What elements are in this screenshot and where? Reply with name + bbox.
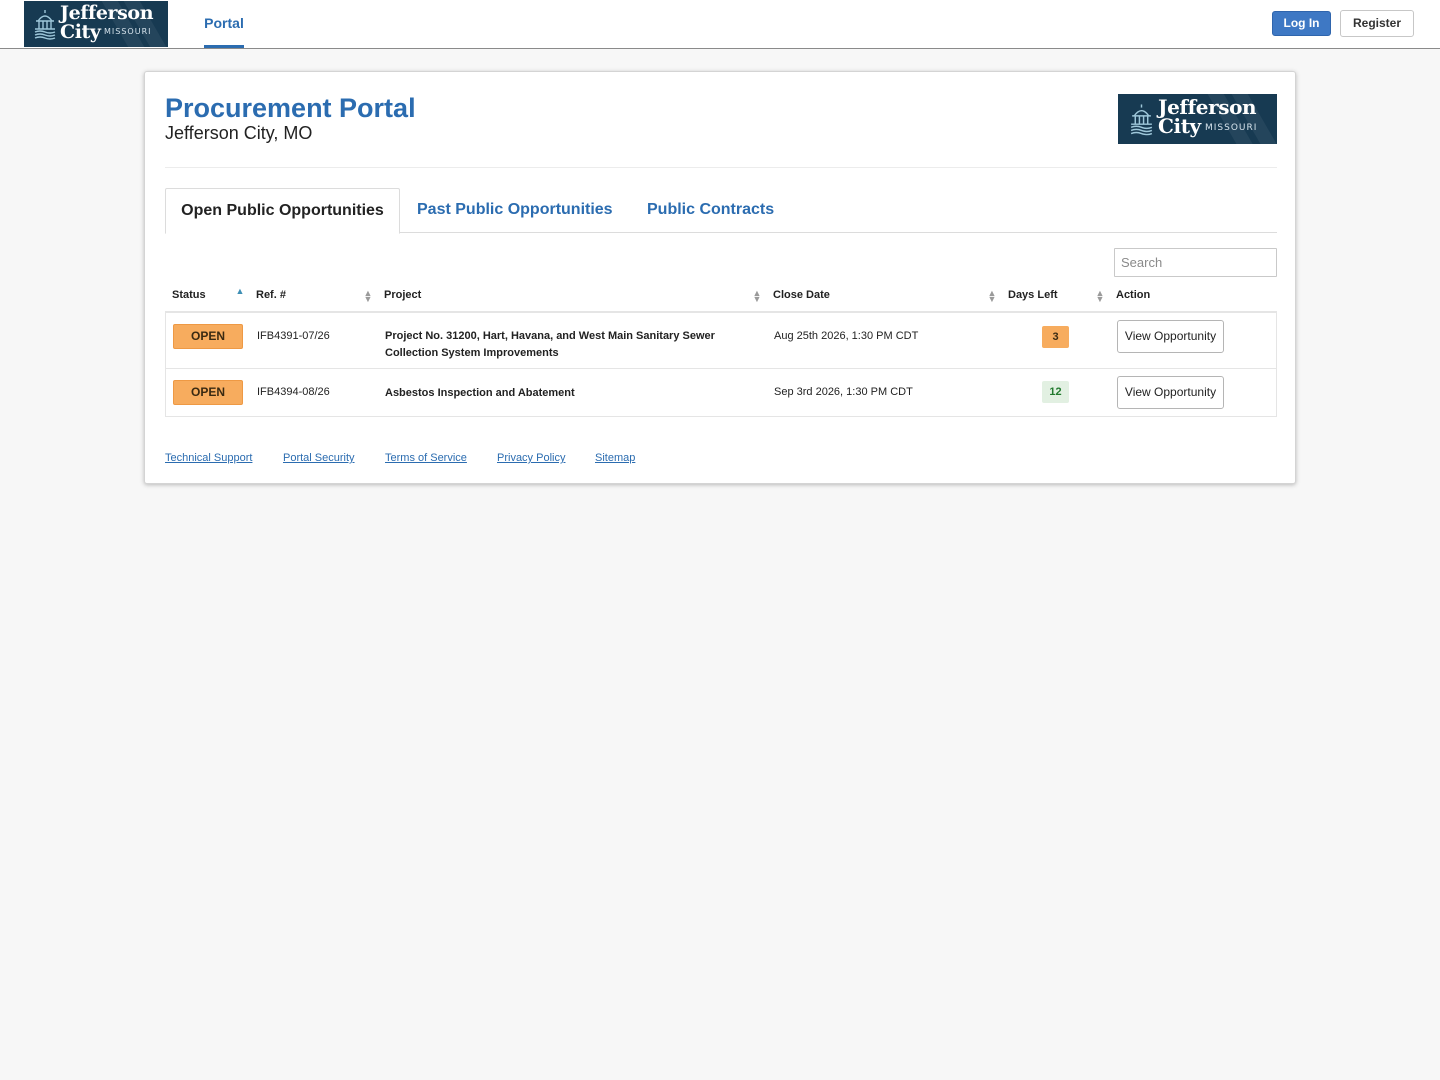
header-divider xyxy=(165,167,1277,168)
opportunity-tabs: Open Public Opportunities Past Public Op… xyxy=(165,188,1277,234)
table-header: Status ▲ Ref. # ▲ ▼ Project ▲ ▼ Close Date… xyxy=(165,280,1277,313)
column-header-close-date[interactable]: Close Date xyxy=(773,280,830,311)
days-left-badge: 3 xyxy=(1042,326,1069,348)
sort-both-icon[interactable]: ▲ ▼ xyxy=(752,280,762,311)
project-name: Asbestos Inspection and Abatement xyxy=(385,387,575,399)
top-navbar: Jefferson City MISSOURI Portal Log In Re… xyxy=(0,0,1440,49)
footer-link-technical-support[interactable]: Technical Support xyxy=(165,452,252,464)
column-header-days-left[interactable]: Days Left xyxy=(1008,280,1058,311)
status-badge: OPEN xyxy=(173,380,243,405)
view-opportunity-button[interactable]: View Opportunity xyxy=(1117,376,1224,409)
status-badge: OPEN xyxy=(173,324,243,349)
days-left-badge: 12 xyxy=(1042,381,1069,403)
login-button[interactable]: Log In xyxy=(1272,11,1331,36)
column-header-status[interactable]: Status xyxy=(172,280,206,311)
page-subtitle: Jefferson City, MO xyxy=(165,123,313,143)
column-header-project[interactable]: Project xyxy=(384,280,421,311)
sort-asc-icon[interactable]: ▲ xyxy=(235,276,245,307)
register-button[interactable]: Register xyxy=(1340,10,1414,37)
footer-link-privacy-policy[interactable]: Privacy Policy xyxy=(497,452,565,464)
footer-link-terms-of-service[interactable]: Terms of Service xyxy=(385,452,467,464)
capitol-dome-icon xyxy=(1130,104,1153,136)
portal-card: Procurement Portal Jefferson City, MO Je… xyxy=(144,71,1296,484)
sort-both-icon[interactable]: ▲ ▼ xyxy=(1095,280,1105,311)
view-opportunity-button[interactable]: View Opportunity xyxy=(1117,320,1224,353)
column-header-ref[interactable]: Ref. # xyxy=(256,280,286,311)
footer-link-sitemap[interactable]: Sitemap xyxy=(595,452,635,464)
opportunities-table: OPEN IFB4391-07/26 Project No. 31200, Ha… xyxy=(165,313,1277,417)
tab-open-public-opportunities[interactable]: Open Public Opportunities xyxy=(165,188,400,234)
footer-link-portal-security[interactable]: Portal Security xyxy=(283,452,355,464)
column-header-action: Action xyxy=(1116,289,1151,301)
table-row: OPEN IFB4394-08/26 Asbestos Inspection a… xyxy=(166,369,1276,416)
capitol-dome-icon xyxy=(34,10,56,40)
organization-logo: Jefferson City MISSOURI xyxy=(1118,94,1277,144)
ref-number: IFB4391-07/26 xyxy=(257,330,330,342)
logo-state: MISSOURI xyxy=(1205,123,1258,133)
table-row: OPEN IFB4391-07/26 Project No. 31200, Ha… xyxy=(166,313,1276,369)
ref-number: IFB4394-08/26 xyxy=(257,386,330,398)
close-date: Sep 3rd 2026, 1:30 PM CDT xyxy=(774,386,913,398)
logo-state: MISSOURI xyxy=(104,27,152,36)
project-name: Project No. 31200, Hart, Havana, and Wes… xyxy=(385,330,715,359)
logo-text-line2: City xyxy=(1158,114,1201,138)
sort-both-icon[interactable]: ▲ ▼ xyxy=(363,280,373,311)
close-date: Aug 25th 2026, 1:30 PM CDT xyxy=(774,330,919,342)
sort-both-icon[interactable]: ▲ ▼ xyxy=(987,280,997,311)
brand-logo[interactable]: Jefferson City MISSOURI xyxy=(24,1,168,47)
search-input[interactable] xyxy=(1114,248,1277,277)
page-title: Procurement Portal xyxy=(165,93,416,123)
tab-past-public-opportunities[interactable]: Past Public Opportunities xyxy=(417,188,613,233)
logo-text-line2: City xyxy=(60,21,101,43)
nav-portal-link[interactable]: Portal xyxy=(204,0,244,48)
tab-public-contracts[interactable]: Public Contracts xyxy=(647,188,774,233)
